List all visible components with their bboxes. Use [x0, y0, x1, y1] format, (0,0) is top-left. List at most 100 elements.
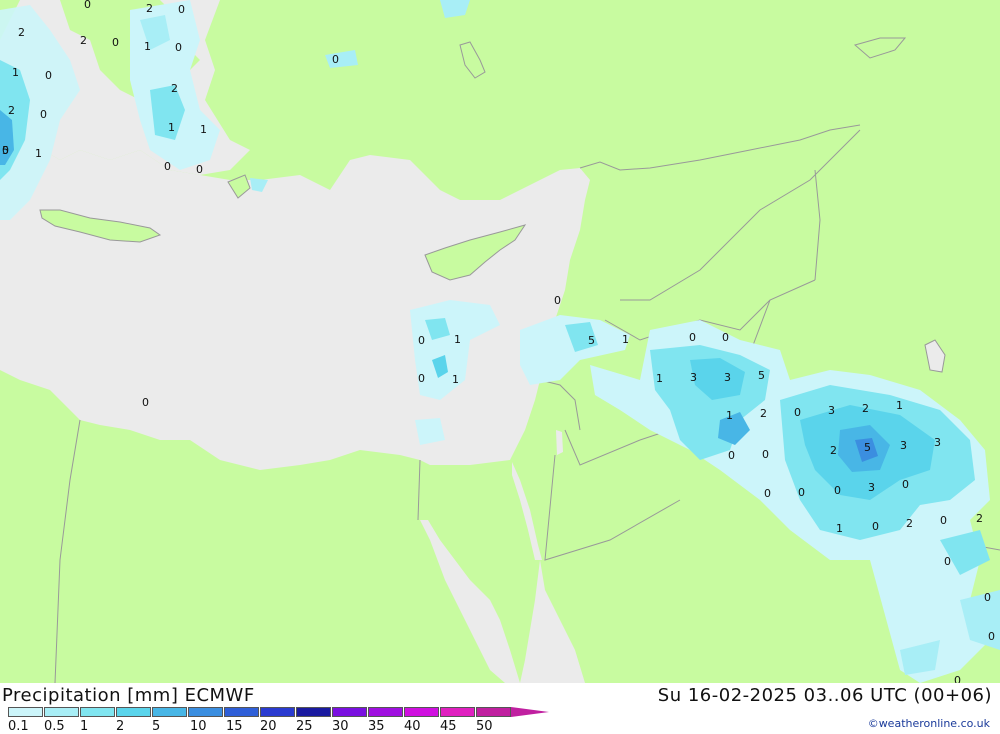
- precipitation-value-label: 0: [164, 160, 171, 173]
- legend-label: 5: [152, 719, 161, 734]
- precipitation-value-label: 1: [200, 123, 207, 136]
- precipitation-value-label: 5: [588, 334, 595, 347]
- gulf-of-aqaba: [512, 462, 542, 560]
- legend-swatch: [152, 707, 187, 717]
- precipitation-value-label: 3: [934, 436, 941, 449]
- precipitation-value-label: 5: [758, 369, 765, 382]
- precipitation-value-label: 1: [726, 409, 733, 422]
- precipitation-value-label: 2: [862, 402, 869, 415]
- precipitation-value-label: 2: [830, 444, 837, 457]
- precipitation-value-label: 0: [764, 487, 771, 500]
- legend-swatch: [224, 707, 259, 717]
- precipitation-value-label: 2: [18, 26, 25, 39]
- precipitation-value-label: 1: [12, 66, 19, 79]
- precipitation-value-label: 0: [418, 334, 425, 347]
- legend-label: 30: [332, 719, 349, 734]
- legend-swatch: [404, 707, 439, 717]
- precipitation-value-label: 0: [112, 36, 119, 49]
- legend-swatch: [116, 707, 151, 717]
- legend-label: 15: [226, 719, 243, 734]
- legend-swatch: [80, 707, 115, 717]
- legend-swatch: [476, 707, 511, 717]
- precipitation-value-label: 3: [724, 371, 731, 384]
- mediterranean-sea: [0, 148, 590, 470]
- precipitation-value-label: 0: [332, 53, 339, 66]
- precipitation-value-label: 0: [984, 591, 991, 604]
- precipitation-value-label: 0: [762, 448, 769, 461]
- precipitation-value-label: 1: [452, 373, 459, 386]
- island: [853, 37, 907, 59]
- map-datetime: Su 16-02-2025 03..06 UTC (00+06): [657, 685, 992, 706]
- legend-label: 1: [80, 719, 89, 734]
- precipitation-value-label: 3: [900, 439, 907, 452]
- precipitation-value-label: 0: [175, 41, 182, 54]
- precipitation-value-label: 3: [828, 404, 835, 417]
- legend-swatch: [332, 707, 367, 717]
- precipitation-value-label: 0: [988, 630, 995, 643]
- precipitation-value-label: 0: [418, 372, 425, 385]
- precipitation-value-label: 5: [2, 144, 9, 157]
- legend-label: 40: [404, 719, 421, 734]
- legend-label: 0.5: [44, 719, 65, 734]
- precipitation-value-label: 5: [864, 441, 871, 454]
- precipitation-value-label: 0: [84, 0, 91, 11]
- precipitation-map[interactable]: 0202201010200201151000010105100133512032…: [0, 0, 1000, 683]
- precipitation-value-label: 0: [554, 294, 561, 307]
- credit-link[interactable]: ©weatheronline.co.uk: [868, 717, 990, 730]
- legend-arrow-icon: [511, 707, 549, 717]
- map-canvas: 0 2 022 0 1 01 0200201 15 10 000 10 105 1 0 01 3 3 51 2 0 3 2…: [0, 0, 1000, 683]
- precipitation-value-label: 0: [944, 555, 951, 568]
- island: [459, 41, 486, 79]
- precipitation-value-label: 1: [35, 147, 42, 160]
- legend-label: 20: [260, 719, 277, 734]
- precipitation-value-label: 0: [954, 674, 961, 683]
- precipitation-value-label: 0: [834, 484, 841, 497]
- map-footer: Precipitation [mm] ECMWF Su 16-02-2025 0…: [0, 683, 1000, 734]
- legend-label: 2: [116, 719, 125, 734]
- precipitation-value-label: 0: [940, 514, 947, 527]
- legend-label: 10: [190, 719, 207, 734]
- precipitation-value-label: 0: [40, 108, 47, 121]
- legend-label: 50: [476, 719, 493, 734]
- precipitation-value-label: 0: [902, 478, 909, 491]
- precipitation-value-label: 2: [906, 517, 913, 530]
- legend-label: 25: [296, 719, 313, 734]
- precipitation-value-label: 1: [622, 333, 629, 346]
- dead-sea: [556, 430, 563, 455]
- precipitation-value-label: 0: [45, 69, 52, 82]
- legend-swatch: [368, 707, 403, 717]
- legend-swatch: [44, 707, 79, 717]
- precipitation-value-label: 0: [196, 163, 203, 176]
- precipitation-value-label: 2: [171, 82, 178, 95]
- precipitation-value-label: 1: [168, 121, 175, 134]
- gulf-of-suez: [420, 520, 520, 683]
- legend-swatch: [260, 707, 295, 717]
- precipitation-value-label: 0: [798, 486, 805, 499]
- map-title: Precipitation [mm] ECMWF: [2, 685, 255, 706]
- lake: [924, 339, 946, 373]
- precipitation-value-label: 0: [872, 520, 879, 533]
- precipitation-value-label: 1: [656, 372, 663, 385]
- precipitation-value-label: 1: [896, 399, 903, 412]
- precipitation-value-label: 0: [689, 331, 696, 344]
- precipitation-value-label: 2: [8, 104, 15, 117]
- precipitation-value-label: 2: [80, 34, 87, 47]
- precipitation-value-label: 1: [836, 522, 843, 535]
- precipitation-value-label: 3: [690, 371, 697, 384]
- precipitation-value-label: 0: [728, 449, 735, 462]
- precipitation-value-label: 1: [454, 333, 461, 346]
- precipitation-value-label: 2: [146, 2, 153, 15]
- legend-label: 35: [368, 719, 385, 734]
- precipitation-value-label: 3: [868, 481, 875, 494]
- precipitation-value-label: 0: [178, 3, 185, 16]
- legend-label: 45: [440, 719, 457, 734]
- precipitation-value-label: 0: [142, 396, 149, 409]
- precipitation-legend-labels: 0.1 0.5 1 2 5 10 15 20 25 30 35 40 45 50: [0, 719, 520, 734]
- legend-swatch: [440, 707, 475, 717]
- precipitation-value-label: 2: [760, 407, 767, 420]
- legend-swatch: [188, 707, 223, 717]
- precipitation-value-label: 1: [144, 40, 151, 53]
- precipitation-value-label: 0: [722, 331, 729, 344]
- red-sea: [520, 560, 585, 683]
- precipitation-value-label: 0: [794, 406, 801, 419]
